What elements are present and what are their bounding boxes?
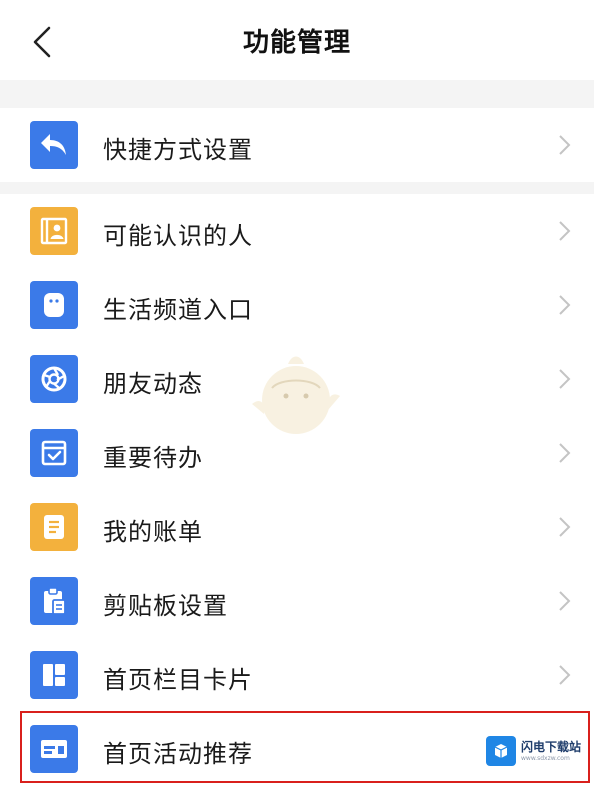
grid-cards-icon [30,651,78,699]
function-management-screen: 功能管理 快捷方式设置 可能认识的人 生活频道入口 朋友动态 重要待办 我的账单… [0,0,594,795]
bill-document-icon [30,503,78,551]
life-channel-icon [30,281,78,329]
menu-item-people-you-may-know[interactable]: 可能认识的人 [0,194,594,268]
contact-card-icon [30,207,78,255]
menu-item-label: 首页活动推荐 [103,740,253,768]
menu-item-my-bills[interactable]: 我的账单 [0,490,594,564]
watermark-url: www.sdxzw.com [521,754,570,762]
mascot-watermark-icon [252,356,340,434]
title-bar: 功能管理 [0,0,594,80]
chevron-right-icon [559,221,571,241]
page-title: 功能管理 [242,28,351,58]
aperture-icon [30,355,78,403]
chevron-right-icon [559,135,571,155]
menu-item-label: 可能认识的人 [103,222,253,250]
chevron-right-icon [559,369,571,389]
site-logo-icon [486,736,516,766]
banner-card-icon [30,725,78,773]
menu-item-label: 剪贴板设置 [103,592,228,620]
menu-item-label: 朋友动态 [103,370,203,398]
clipboard-icon [30,577,78,625]
reply-arrow-icon [30,121,78,169]
todo-check-icon [30,429,78,477]
chevron-right-icon [559,295,571,315]
chevron-right-icon [559,591,571,611]
menu-item-label: 首页栏目卡片 [103,666,253,694]
menu-item-label: 生活频道入口 [103,296,253,324]
menu-item-label: 我的账单 [103,518,203,546]
section-divider [0,182,594,194]
watermark-name: 闪电下载站 [521,739,582,754]
watermark-badge: 闪电下载站 www.sdxzw.com [486,734,581,768]
menu-item-clipboard-settings[interactable]: 剪贴板设置 [0,564,594,638]
chevron-right-icon [559,517,571,537]
chevron-right-icon [559,443,571,463]
section-divider [0,80,594,108]
menu-item-life-channel-entry[interactable]: 生活频道入口 [0,268,594,342]
chevron-right-icon [559,665,571,685]
menu-item-label: 快捷方式设置 [103,136,253,164]
menu-item-home-column-cards[interactable]: 首页栏目卡片 [0,638,594,712]
menu-item-label: 重要待办 [103,444,203,472]
menu-item-shortcut-settings[interactable]: 快捷方式设置 [0,108,594,182]
